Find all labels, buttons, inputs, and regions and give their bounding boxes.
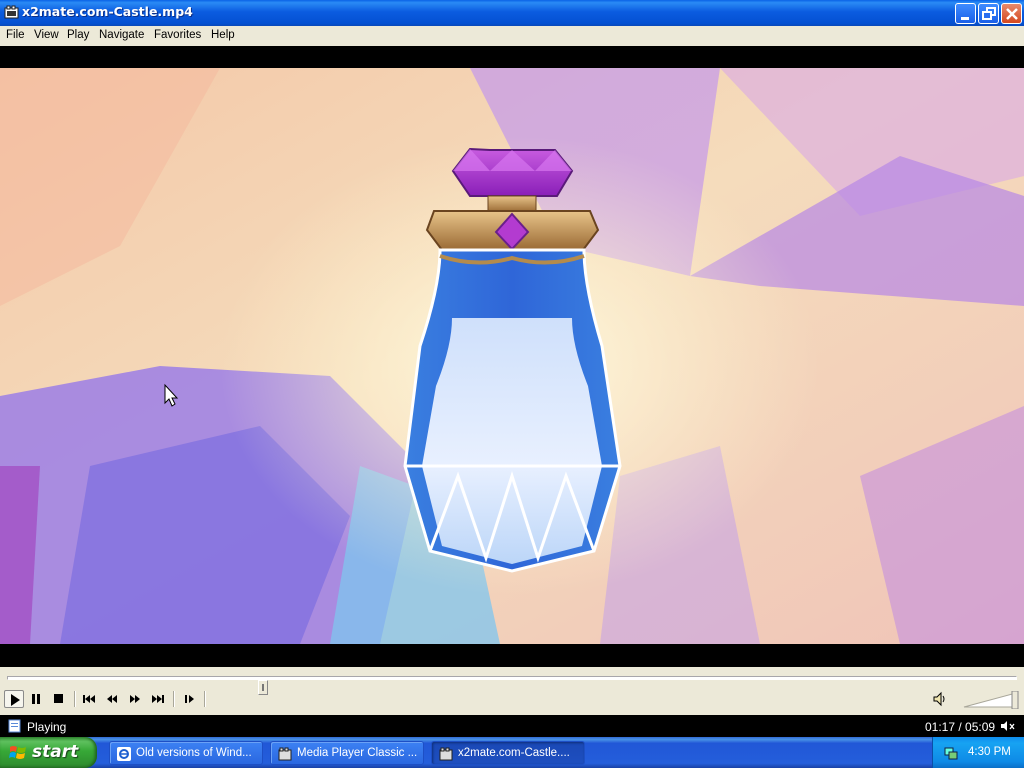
playback-controls <box>0 667 1024 715</box>
taskbar-item-label: Old versions of Wind... <box>136 747 252 759</box>
frame-step-button[interactable] <box>180 690 200 708</box>
system-tray: 4:30 PM <box>932 737 1024 768</box>
start-label: start <box>32 742 79 762</box>
menu-bar: File View Play Navigate Favorites Help <box>0 26 1024 46</box>
stop-button[interactable] <box>49 690 69 708</box>
video-frame[interactable] <box>0 46 1024 667</box>
minimize-button[interactable] <box>955 3 976 24</box>
play-button[interactable] <box>4 690 24 708</box>
start-button[interactable]: start <box>0 737 97 768</box>
taskbar-item-label: Media Player Classic ... <box>297 747 418 759</box>
taskbar-item-browser[interactable]: Old versions of Wind... <box>109 741 263 765</box>
title-bar[interactable]: x2mate.com-Castle.mp4 <box>0 0 1024 26</box>
media-player-icon <box>4 5 19 19</box>
menu-play[interactable]: Play <box>67 29 89 41</box>
separator <box>173 691 175 707</box>
media-player-icon <box>278 747 292 761</box>
volume-slider[interactable] <box>962 691 1020 709</box>
media-player-icon <box>439 747 453 761</box>
separator <box>204 691 206 707</box>
close-button[interactable] <box>1001 3 1022 24</box>
status-bar: Playing 01:17 / 05:09 <box>0 715 1024 737</box>
menu-favorites[interactable]: Favorites <box>154 29 201 41</box>
time-display: 01:17 / 05:09 <box>925 720 996 734</box>
taskbar: start Old versions of Wind... Media Play… <box>0 737 1024 768</box>
taskbar-item-label: x2mate.com-Castle.... <box>458 747 570 759</box>
taskbar-item-current-video[interactable]: x2mate.com-Castle.... <box>431 741 585 765</box>
window-title: x2mate.com-Castle.mp4 <box>22 4 193 19</box>
separator <box>74 691 76 707</box>
previous-button[interactable] <box>79 690 99 708</box>
pause-button[interactable] <box>26 690 46 708</box>
seek-thumb[interactable] <box>258 680 268 695</box>
fast-forward-button[interactable] <box>125 690 145 708</box>
restore-button[interactable] <box>978 3 999 24</box>
network-icon[interactable] <box>943 745 959 761</box>
status-text: Playing <box>27 720 67 734</box>
ie-icon <box>117 747 131 761</box>
menu-navigate[interactable]: Navigate <box>99 29 144 41</box>
seek-bar[interactable] <box>7 676 1017 695</box>
audio-icon[interactable] <box>1000 720 1016 732</box>
next-button[interactable] <box>148 690 168 708</box>
clock[interactable]: 4:30 PM <box>968 746 1011 758</box>
menu-file[interactable]: File <box>6 29 25 41</box>
speaker-icon[interactable] <box>931 691 947 707</box>
taskbar-item-media-player[interactable]: Media Player Classic ... <box>270 741 424 765</box>
potion-bottle <box>403 147 622 573</box>
document-icon <box>8 719 21 733</box>
rewind-button[interactable] <box>102 690 122 708</box>
windows-logo-icon <box>9 746 26 759</box>
menu-help[interactable]: Help <box>211 29 235 41</box>
menu-view[interactable]: View <box>34 29 59 41</box>
